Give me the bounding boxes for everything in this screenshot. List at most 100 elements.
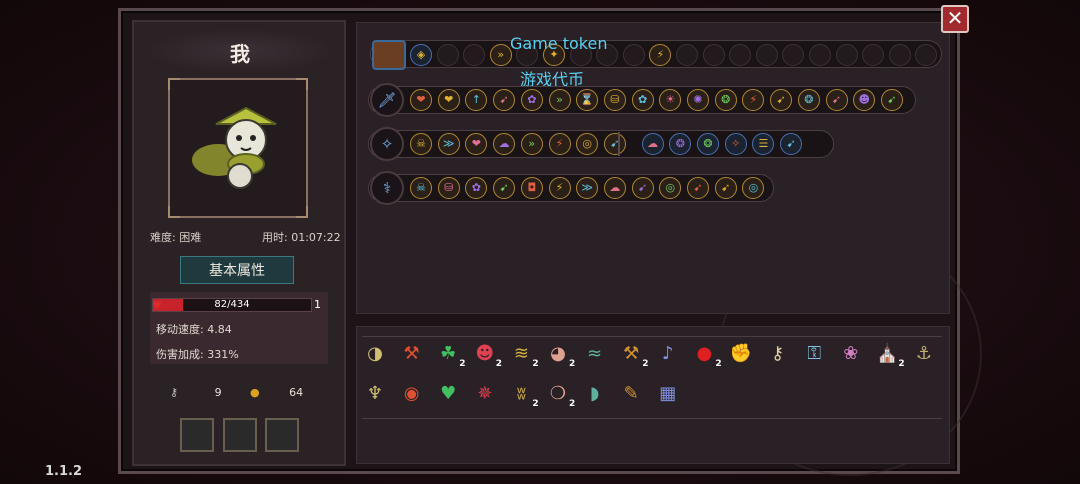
rune-socket[interactable]: ⛁: [437, 177, 460, 199]
key-icon: ⚷: [170, 386, 179, 399]
rune-socket[interactable]: ➹: [714, 177, 737, 199]
inventory-item[interactable]: ✵: [472, 381, 498, 407]
rune-socket[interactable]: ⚡: [742, 89, 765, 111]
close-button[interactable]: ✕: [941, 5, 969, 33]
inventory-item[interactable]: ⚷: [765, 341, 791, 367]
rune-socket[interactable]: ⌛: [576, 89, 599, 111]
rune-socket[interactable]: ☁: [603, 177, 626, 199]
inventory-item[interactable]: ❀: [838, 341, 864, 367]
rune-socket[interactable]: ◎: [576, 133, 599, 155]
rune-socket[interactable]: ➹: [770, 89, 793, 111]
rune-socket[interactable]: ➹: [603, 133, 626, 155]
inventory-item[interactable]: ≋: [508, 341, 534, 367]
rune-icon: ➹: [776, 93, 786, 106]
rune-socket[interactable]: ➹: [631, 177, 654, 199]
item-count: 2: [715, 359, 722, 369]
rune-socket[interactable]: ↑: [465, 89, 488, 111]
inventory-item[interactable]: ◕: [545, 341, 571, 367]
token-socket[interactable]: [888, 44, 911, 66]
rune-icon: ➹: [693, 181, 703, 194]
rune-socket[interactable]: ☠: [410, 177, 432, 199]
rune-socket[interactable]: ⚡: [548, 177, 571, 199]
rune-socket[interactable]: ⛁: [603, 89, 626, 111]
equipment-slot[interactable]: [223, 418, 257, 452]
token-socket[interactable]: [809, 44, 831, 66]
inventory-item[interactable]: ●: [691, 341, 717, 367]
rune-icon: ⌛: [580, 93, 595, 106]
rune-socket[interactable]: ≫: [576, 177, 599, 199]
rune-socket[interactable]: ❂: [697, 133, 719, 155]
inventory-item[interactable]: ⚿: [801, 341, 827, 367]
token-socket-filled[interactable]: »: [489, 44, 512, 66]
weapon-icon[interactable]: ✧: [370, 127, 404, 161]
inventory-item[interactable]: ◑: [362, 341, 388, 367]
equipment-slot[interactable]: [180, 418, 214, 452]
rune-socket[interactable]: ☠: [410, 133, 432, 155]
inventory-item[interactable]: ⚒: [399, 341, 425, 367]
rune-socket[interactable]: ❂: [714, 89, 737, 111]
rune-socket[interactable]: ⚡: [548, 133, 571, 155]
inventory-item[interactable]: ☘: [435, 341, 461, 367]
rune-socket[interactable]: ☰: [752, 133, 775, 155]
rune-socket[interactable]: ☻: [853, 89, 876, 111]
rune-icon: ⛁: [610, 93, 620, 106]
weapon-icon[interactable]: 🗡: [370, 83, 404, 117]
rune-socket[interactable]: ☀: [659, 89, 682, 111]
inventory-item[interactable]: ◉: [399, 381, 425, 407]
inventory-item[interactable]: ⛪: [874, 341, 900, 367]
rune-socket[interactable]: ➹: [493, 89, 516, 111]
inventory-item[interactable]: ⚓: [911, 341, 937, 367]
token-socket[interactable]: [436, 44, 459, 66]
rune-socket[interactable]: ◘: [520, 177, 543, 199]
inventory-item[interactable]: ☻: [472, 341, 498, 367]
chest-icon[interactable]: [372, 40, 406, 70]
inventory-item[interactable]: ♥: [435, 381, 461, 407]
token-socket[interactable]: [702, 44, 725, 66]
rune-socket[interactable]: ☁: [493, 133, 516, 155]
rune-socket[interactable]: »: [520, 133, 543, 155]
token-socket[interactable]: [835, 44, 858, 66]
rune-socket[interactable]: ✿: [465, 177, 488, 199]
inventory-item[interactable]: ♪: [655, 341, 681, 367]
token-socket[interactable]: [622, 44, 645, 66]
rune-socket[interactable]: ❂: [669, 133, 692, 155]
inventory-item[interactable]: ⚒: [618, 341, 644, 367]
inventory-item[interactable]: ❍: [545, 381, 571, 407]
inventory-item[interactable]: ✊: [728, 341, 754, 367]
weapon-icon[interactable]: ⚕: [370, 171, 404, 205]
basic-attributes-tab[interactable]: 基本属性: [180, 256, 294, 284]
rune-socket[interactable]: »: [548, 89, 571, 111]
rune-socket[interactable]: ❤: [465, 133, 488, 155]
rune-socket[interactable]: ✿: [631, 89, 654, 111]
rune-icon: ⚡: [749, 93, 758, 106]
rune-socket[interactable]: ➹: [880, 89, 903, 111]
equipment-slot[interactable]: [265, 418, 299, 452]
rune-socket[interactable]: ◎: [659, 177, 682, 199]
item-count: 2: [532, 399, 539, 409]
token-socket-filled[interactable]: ◈: [410, 44, 432, 66]
inventory-item[interactable]: ◗: [582, 381, 608, 407]
rune-socket[interactable]: ≫: [437, 133, 460, 155]
rune-socket[interactable]: ❤: [410, 89, 432, 111]
rune-socket[interactable]: ✺: [687, 89, 709, 111]
rune-socket[interactable]: ➹: [825, 89, 848, 111]
rune-socket[interactable]: ✧: [724, 133, 747, 155]
inventory-item[interactable]: ≈: [582, 341, 608, 367]
inventory-item[interactable]: ♆: [362, 381, 388, 407]
rune-socket[interactable]: ➹: [687, 177, 709, 199]
item-count: 2: [459, 359, 466, 369]
token-socket[interactable]: [755, 44, 778, 66]
token-socket-filled[interactable]: ⚡: [649, 44, 672, 66]
inventory-item[interactable]: ✎: [618, 381, 644, 407]
token-socket[interactable]: [676, 44, 698, 66]
damage-bonus-stat: 伤害加成: 331%: [156, 348, 239, 361]
rune-socket[interactable]: ➹: [780, 133, 803, 155]
rune-socket[interactable]: ✿: [520, 89, 543, 111]
inventory-item[interactable]: ʬ: [508, 381, 534, 407]
rune-socket[interactable]: ❤: [437, 89, 460, 111]
rune-socket[interactable]: ❂: [797, 89, 820, 111]
rune-socket[interactable]: ☁: [641, 133, 664, 155]
inventory-item[interactable]: ▦: [655, 381, 681, 407]
rune-socket[interactable]: ◎: [742, 177, 765, 199]
rune-socket[interactable]: ➹: [493, 177, 516, 199]
